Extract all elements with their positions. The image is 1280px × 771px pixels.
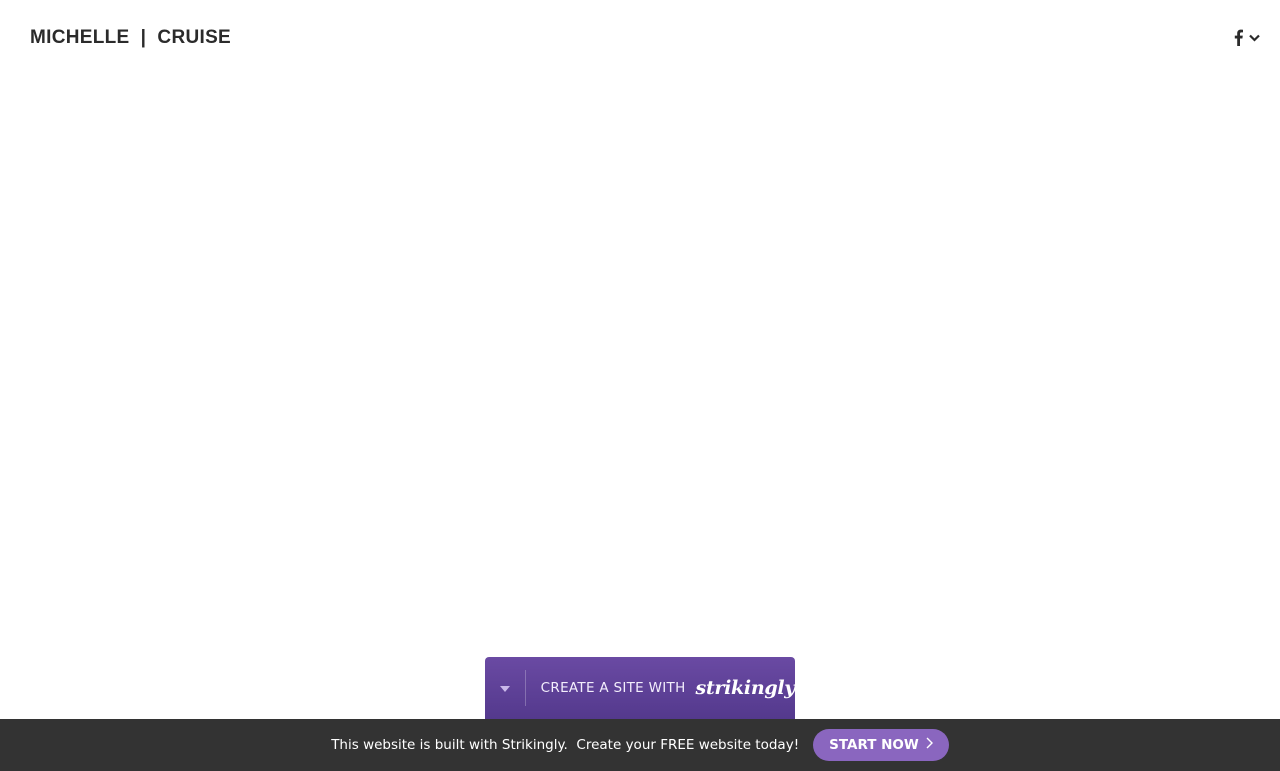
start-now-button[interactable]: START NOW [813,729,949,761]
site-header: MICHELLE | CRUISE [0,0,1280,78]
strikingly-logo: strikingly [695,677,796,699]
site-title[interactable]: MICHELLE | CRUISE [30,27,231,49]
badge-toggle-button[interactable] [485,670,526,706]
chevron-right-icon [926,737,933,753]
badge-text: CREATE A SITE WITH [540,680,686,696]
footer-promo-bar: This website is built with Strikingly. C… [0,719,1280,771]
create-site-badge[interactable]: CREATE A SITE WITH strikingly [485,657,795,719]
footer-promo-text: This website is built with Strikingly. C… [331,737,800,753]
start-now-label: START NOW [829,737,919,753]
header-social-icons [1234,29,1260,46]
caret-down-icon [499,679,510,697]
chevron-down-icon[interactable] [1249,34,1260,42]
page-content-area [0,78,1280,657]
facebook-icon[interactable] [1234,29,1243,46]
